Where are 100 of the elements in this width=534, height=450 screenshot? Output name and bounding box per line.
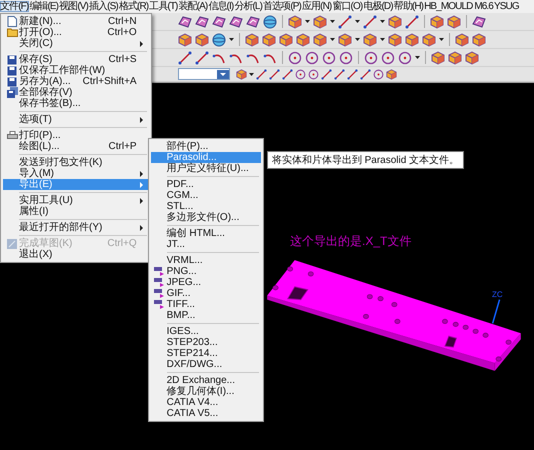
menu-item[interactable]: 关闭(C) — [3, 38, 149, 49]
caret-icon[interactable] — [330, 20, 335, 23]
menu-item[interactable]: 全部保存(V) — [3, 87, 149, 98]
cube-icon[interactable] — [363, 32, 377, 46]
menu-item[interactable]: 编创 HTML... — [150, 228, 261, 239]
cube-icon[interactable] — [288, 14, 302, 28]
cube-icon[interactable] — [195, 32, 209, 46]
menu-item[interactable]: STEP203... — [150, 337, 261, 348]
surface-icon[interactable] — [178, 14, 192, 28]
menu-item[interactable]: BMP... — [150, 310, 261, 321]
cube-icon[interactable] — [296, 32, 310, 46]
menu-item[interactable]: JT... — [150, 239, 261, 250]
circle-icon[interactable] — [288, 50, 302, 64]
cube-icon[interactable] — [313, 32, 327, 46]
menu-item[interactable]: 绘图(L)... Ctrl+P — [3, 141, 149, 152]
caret-icon[interactable] — [439, 38, 444, 41]
caret-icon[interactable] — [415, 56, 420, 59]
line-icon[interactable] — [256, 68, 267, 80]
surface-icon[interactable] — [229, 14, 243, 28]
menu-item[interactable]: 最近打开的部件(Y) — [3, 222, 149, 233]
menu-bar-item[interactable]: 编辑(E) — [29, 1, 60, 12]
menu-item[interactable]: 新建(N)... Ctrl+N — [3, 16, 149, 27]
menu-item[interactable]: VRML... — [150, 255, 261, 266]
menu-item[interactable]: 多边形文件(O)... — [150, 212, 261, 223]
line-icon[interactable] — [178, 50, 192, 64]
surface-icon[interactable] — [195, 14, 209, 28]
caret-icon[interactable] — [330, 38, 335, 41]
menu-item[interactable]: CATIA V4... — [150, 397, 261, 408]
line-icon[interactable] — [360, 68, 371, 80]
caret-icon[interactable] — [380, 38, 385, 41]
cube-icon[interactable] — [455, 32, 469, 46]
menu-item[interactable]: STL... — [150, 201, 261, 212]
cube-icon[interactable] — [448, 50, 462, 64]
menu-item[interactable]: 属性(I) — [3, 206, 149, 217]
menu-item[interactable]: 实用工具(U) — [3, 195, 149, 206]
surface-icon[interactable] — [246, 14, 260, 28]
cube-icon[interactable] — [447, 14, 461, 28]
circle-icon[interactable] — [308, 68, 319, 80]
menu-bar-item[interactable]: 首选项(P) — [263, 1, 302, 12]
menu-item[interactable]: 导入(M) — [3, 168, 149, 179]
menu-item[interactable]: 修复几何体(I)... — [150, 386, 261, 397]
surface-icon[interactable] — [212, 14, 226, 28]
cube-icon[interactable] — [178, 32, 192, 46]
caret-icon[interactable] — [380, 20, 385, 23]
line-icon[interactable] — [334, 68, 345, 80]
line-icon[interactable] — [282, 68, 293, 80]
caret-icon[interactable] — [229, 38, 234, 41]
menu-bar-item[interactable]: 视图(V) — [59, 1, 89, 12]
menu-bar-item[interactable]: 电极(D) — [363, 1, 394, 12]
menu-bar-item[interactable]: 帮助(H) — [394, 1, 424, 12]
dropdown-arrow-icon[interactable] — [217, 70, 229, 78]
caret-icon[interactable] — [355, 38, 360, 41]
menu-item[interactable]: DXF/DWG... — [150, 359, 261, 370]
menu-item[interactable]: 保存书签(B)... — [3, 98, 149, 109]
menu-item[interactable]: 另存为(A)... Ctrl+Shift+A — [3, 76, 149, 87]
menu-item[interactable]: 部件(P)... — [150, 141, 261, 152]
menu-item[interactable]: PDF... — [150, 179, 261, 190]
cube-icon[interactable] — [388, 32, 402, 46]
menu-bar-item[interactable]: 信息(I) — [208, 1, 234, 12]
menu-item[interactable]: 仅保存工作部件(W) — [3, 65, 149, 76]
menu-bar-item[interactable]: 插入(S) — [88, 1, 119, 12]
menu-bar-item[interactable]: 格式(R) — [118, 1, 150, 12]
menu-bar-item[interactable]: 窗口(O) — [332, 1, 364, 12]
line-icon[interactable] — [321, 68, 332, 80]
menu-bar-item[interactable]: 装配(A) — [178, 1, 208, 12]
menu-item[interactable]: 发送到打包文件(K) — [3, 157, 149, 168]
circle-icon[interactable] — [295, 68, 306, 80]
line-icon[interactable] — [347, 68, 358, 80]
menu-bar-item[interactable]: 应用(N) — [302, 1, 332, 12]
menu-item[interactable]: 打开(O)... Ctrl+O — [3, 27, 149, 38]
cube-icon[interactable] — [313, 14, 327, 28]
cube-icon[interactable] — [430, 14, 444, 28]
line-icon[interactable] — [338, 14, 352, 28]
cube-icon[interactable] — [236, 68, 247, 80]
menu-item[interactable]: 2D Exchange... — [150, 375, 261, 386]
circle-icon[interactable] — [305, 50, 319, 64]
menu-item[interactable]: STEP214... — [150, 348, 261, 359]
cube-icon[interactable] — [262, 32, 276, 46]
line-icon[interactable] — [195, 50, 209, 64]
menu-item[interactable]: 打印(P)... — [3, 130, 149, 141]
menu-item[interactable]: JPEG... — [150, 277, 261, 288]
caret-icon[interactable] — [249, 72, 254, 76]
cube-icon[interactable] — [388, 14, 402, 28]
menu-item[interactable]: PNG... — [150, 266, 261, 277]
menu-item[interactable]: TIFF... — [150, 299, 261, 310]
menu-bar-item[interactable]: 文件(F) — [0, 1, 30, 12]
menu-item[interactable]: CGM... — [150, 190, 261, 201]
sphere-icon[interactable] — [263, 14, 277, 28]
cube-icon[interactable] — [386, 68, 397, 80]
cube-icon[interactable] — [465, 50, 479, 64]
menu-item[interactable]: GIF... — [150, 288, 261, 299]
circle-icon[interactable] — [373, 68, 384, 80]
menu-item[interactable]: 选项(T) — [3, 114, 149, 125]
cube-icon[interactable] — [405, 32, 419, 46]
menu-bar-item[interactable]: 分析(L) — [234, 1, 264, 12]
menu-bar-item[interactable]: HB_MOULD M6.6 — [424, 1, 494, 12]
circle-icon[interactable] — [364, 50, 378, 64]
cube-icon[interactable] — [472, 32, 486, 46]
cube-icon[interactable] — [422, 32, 436, 46]
menu-item[interactable]: 用户定义特征(U)... — [150, 163, 261, 174]
